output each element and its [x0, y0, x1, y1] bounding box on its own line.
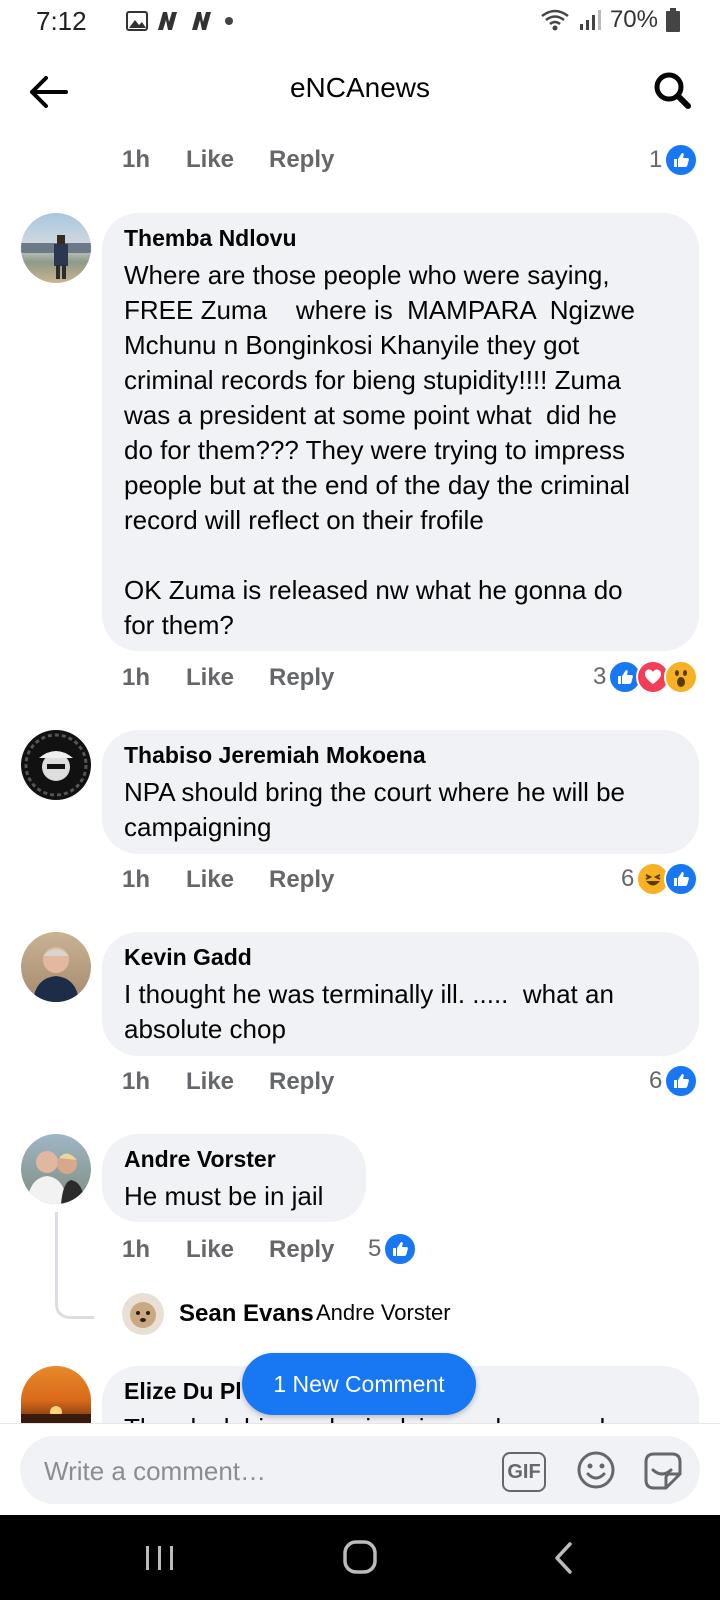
recent-apps-icon [146, 1546, 173, 1570]
comment-composer-box: GIF [20, 1436, 700, 1504]
sticker-button[interactable] [642, 1450, 684, 1492]
page-title: eNCAnews [289, 72, 431, 103]
news-notification-icon [158, 12, 177, 30]
gif-button[interactable]: GIF [502, 1452, 546, 1492]
battery-percent: 70% [609, 6, 658, 33]
comment-text: He must be in jail [124, 1181, 324, 1211]
search-button[interactable] [650, 68, 694, 112]
chevron-left-icon [555, 1542, 572, 1574]
like-reaction-icon [664, 1064, 699, 1098]
reply-author[interactable]: Sean Evans [179, 1300, 314, 1328]
avatar-photo [21, 235, 91, 279]
reply-button[interactable]: Reply [269, 1236, 334, 1264]
reply-avatar[interactable] [122, 1293, 164, 1335]
comment-author[interactable]: Thabiso Jeremiah Mokoena [124, 742, 677, 769]
like-button[interactable]: Like [186, 146, 234, 174]
comment-time: 1h [122, 1068, 151, 1095]
reaction-summary[interactable]: 1 [649, 143, 699, 177]
home-icon [343, 1540, 377, 1574]
comment-author[interactable]: Themba Ndlovu [124, 225, 677, 252]
reaction-summary[interactable]: 3 [593, 660, 699, 694]
comment-text: I thought he was terminally ill. ..... w… [124, 979, 614, 1044]
like-button[interactable]: Like [186, 664, 234, 692]
like-reaction-icon [383, 1232, 418, 1266]
comment-time: 1h [122, 664, 151, 691]
wifi-icon [541, 9, 569, 31]
comment-time: 1h [122, 146, 151, 173]
avatar-photo [27, 1151, 85, 1204]
comment-input[interactable] [42, 1450, 466, 1492]
reaction-summary[interactable]: 6 [621, 862, 699, 896]
reaction-count: 3 [593, 663, 607, 690]
status-bar: 7:12 70% [0, 0, 720, 48]
avatar[interactable] [21, 1134, 91, 1204]
comment-text: NPA should bring the court where he will… [124, 777, 626, 842]
comment-time: 1h [122, 1236, 151, 1263]
status-right: 70% [540, 6, 680, 34]
comment-author[interactable]: Andre Vorster [124, 1146, 344, 1173]
avatar-photo [21, 1406, 91, 1423]
like-button[interactable]: Like [186, 866, 234, 894]
reply-button[interactable]: Reply [269, 1068, 334, 1096]
dot-icon [225, 17, 233, 25]
new-comment-button[interactable]: 1 New Comment [242, 1353, 476, 1415]
system-back-button[interactable] [552, 1541, 574, 1575]
reaction-summary[interactable]: 6 [649, 1064, 699, 1098]
home-button[interactable] [342, 1539, 378, 1575]
status-time: 7:12 [36, 6, 87, 36]
avatar[interactable] [21, 730, 91, 800]
reply-button[interactable]: Reply [269, 146, 334, 174]
search-icon [654, 72, 691, 109]
comment-text: Where are those people who were saying, … [124, 260, 635, 640]
reply-button[interactable]: Reply [269, 664, 334, 692]
reply-button[interactable]: Reply [269, 866, 334, 894]
sticker-icon [644, 1452, 682, 1490]
reaction-count: 6 [649, 1067, 663, 1094]
reaction-count: 5 [368, 1235, 382, 1262]
signal-icon [579, 10, 601, 30]
smiley-icon [577, 1451, 615, 1489]
comment-composer: GIF [0, 1423, 720, 1516]
like-reaction-icon [664, 143, 699, 177]
comment-author[interactable]: Kevin Gadd [124, 944, 677, 971]
emoji-button[interactable] [576, 1450, 616, 1490]
notification-icons [126, 10, 234, 32]
reaction-count: 1 [649, 146, 663, 173]
like-button[interactable]: Like [186, 1068, 234, 1096]
avatar-photo [33, 947, 79, 1002]
like-button[interactable]: Like [186, 1236, 234, 1264]
wow-reaction-icon [664, 660, 699, 694]
avatar[interactable] [21, 1366, 91, 1423]
battery-icon [666, 8, 680, 32]
comment-bubble[interactable]: Themba Ndlovu Where are those people who… [102, 213, 699, 651]
comment-bubble[interactable]: Andre Vorster He must be in jail [102, 1134, 366, 1222]
comment-time: 1h [122, 866, 151, 893]
gallery-notification-icon [126, 11, 148, 31]
reply-text[interactable]: Andre Vorster [316, 1300, 451, 1326]
avatar-photo [130, 1302, 156, 1328]
reaction-count: 6 [621, 865, 635, 892]
comment-bubble[interactable]: Kevin Gadd I thought he was terminally i… [102, 932, 699, 1056]
like-reaction-icon [664, 862, 699, 896]
system-nav-bar [0, 1515, 720, 1600]
avatar[interactable] [21, 932, 91, 1002]
reply-thread-line [55, 1212, 94, 1319]
news-notification-icon [192, 12, 211, 30]
app-bar: eNCAnews [0, 52, 720, 128]
avatar[interactable] [21, 213, 91, 283]
avatar-photo [24, 733, 88, 797]
comment-bubble[interactable]: Thabiso Jeremiah Mokoena NPA should brin… [102, 730, 699, 854]
recent-apps-button[interactable] [140, 1543, 180, 1573]
reaction-summary[interactable]: 5 [368, 1232, 418, 1266]
